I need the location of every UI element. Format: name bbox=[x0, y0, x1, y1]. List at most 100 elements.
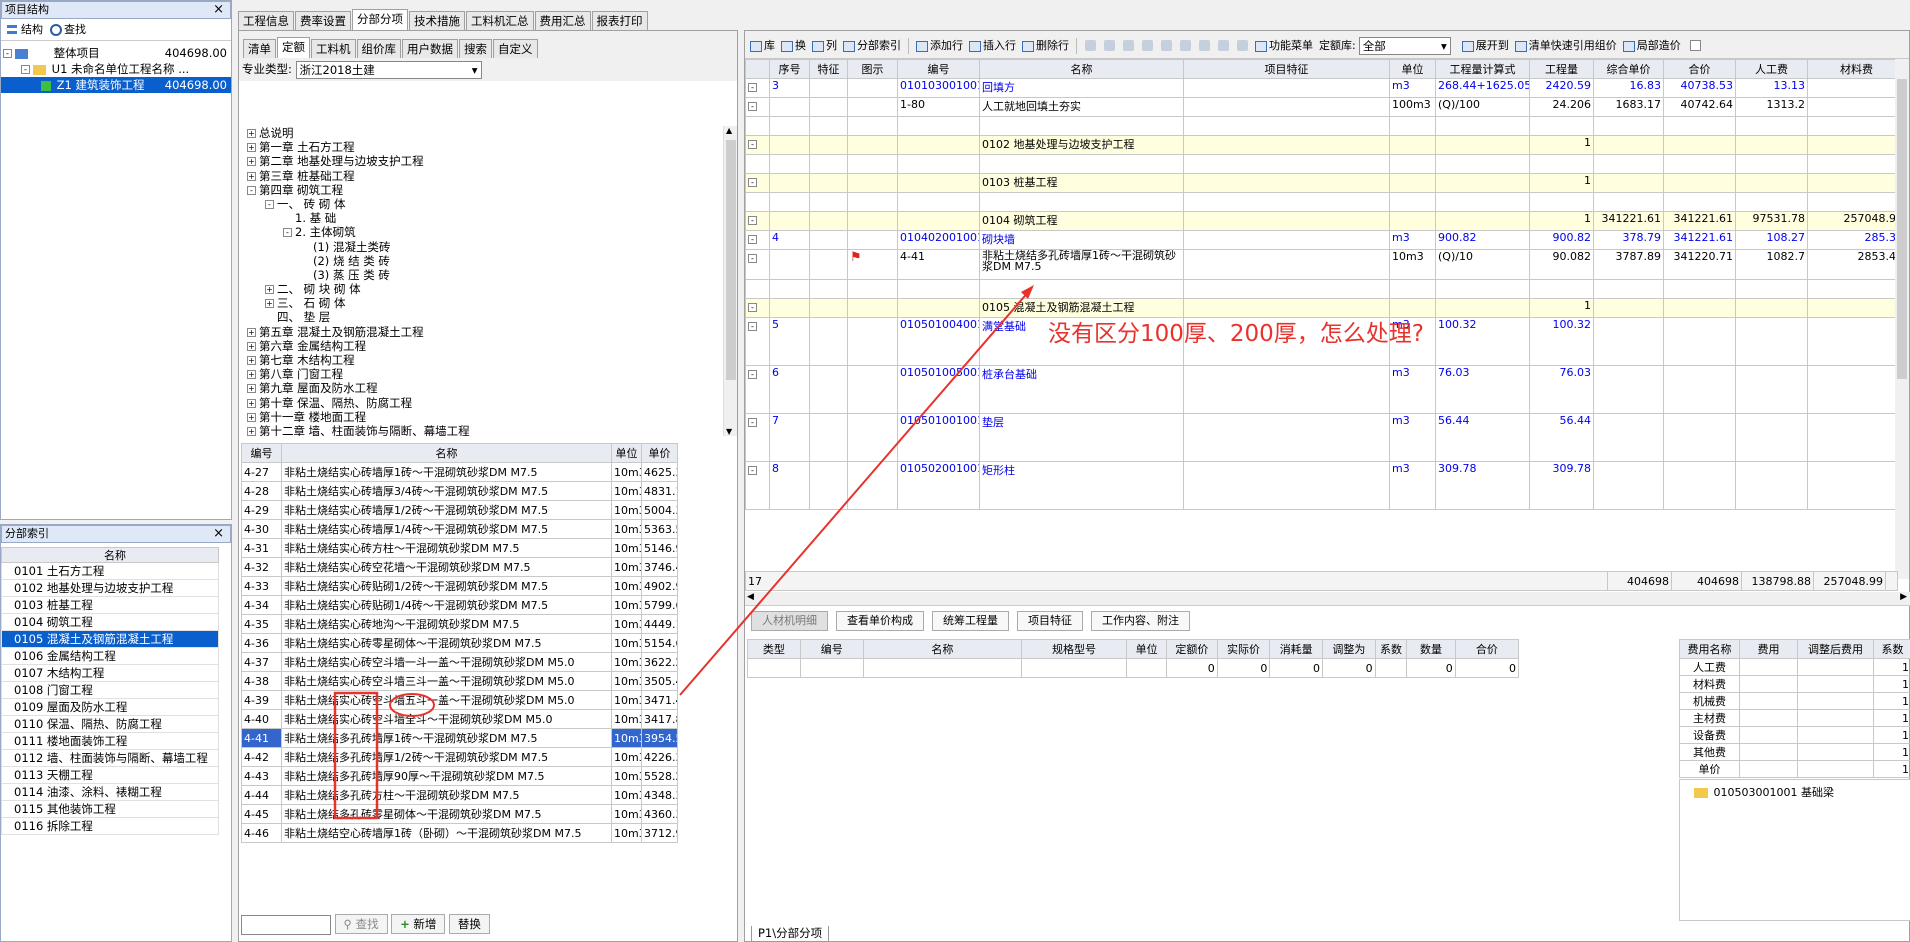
collapse-icon[interactable]: - bbox=[748, 216, 757, 225]
grid-row[interactable]: -7 010501001001 垫层 m3 56.44 56.44 bbox=[745, 413, 1897, 462]
expand-icon[interactable]: + bbox=[247, 356, 256, 365]
find-button[interactable]: ⚲ 查找 bbox=[334, 914, 388, 934]
column-header[interactable]: 单位 bbox=[1389, 59, 1436, 79]
quota-row[interactable]: 4-33非粘土烧结实心砖贴砌1/2砖～干混砌筑砂浆DM M7.510m34902… bbox=[241, 576, 678, 596]
undo-icon[interactable] bbox=[1085, 40, 1096, 51]
column-header[interactable]: 序号 bbox=[769, 59, 810, 79]
quota-row[interactable]: 4-39非粘土烧结实心砖空斗墙五斗一盖～干混砌筑砂浆DM M5.010m3347… bbox=[241, 690, 678, 710]
grid-row[interactable] bbox=[745, 154, 1897, 174]
sub-tab[interactable]: 组价库 bbox=[356, 39, 401, 58]
collapse-icon[interactable]: - bbox=[748, 83, 757, 92]
index-item[interactable]: 0107 木结构工程 bbox=[1, 665, 219, 682]
column-header[interactable]: 消耗量 bbox=[1269, 639, 1324, 659]
collapse-icon[interactable]: - bbox=[748, 102, 757, 111]
collapse-icon[interactable]: - bbox=[748, 303, 757, 312]
column-header[interactable]: 系数 bbox=[1374, 639, 1408, 659]
collapse-icon[interactable]: - bbox=[748, 254, 757, 263]
column-header[interactable]: 费用名称 bbox=[1679, 639, 1740, 659]
column-header[interactable]: 合价 bbox=[1663, 59, 1736, 79]
column-header[interactable]: 数量 bbox=[1406, 639, 1456, 659]
chapter-node[interactable]: 1. 基 础 bbox=[247, 211, 717, 225]
chapter-node[interactable]: (1) 混凝土类砖 bbox=[247, 240, 717, 254]
collapse-icon[interactable]: - bbox=[3, 49, 12, 58]
index-item[interactable]: 0112 墙、柱面装饰与隔断、幕墙工程 bbox=[1, 750, 219, 767]
fee-row[interactable]: 材料费 1 bbox=[1679, 675, 1910, 693]
toolbar-button[interactable]: 添加行 bbox=[913, 36, 966, 56]
column-header[interactable]: 编号 bbox=[897, 59, 980, 79]
sub-tab[interactable]: 工料机 bbox=[311, 39, 356, 58]
add-button[interactable]: + 新增 bbox=[391, 914, 446, 934]
column-header[interactable]: 名称 bbox=[862, 639, 1022, 659]
toolbar-button[interactable]: 分部索引 bbox=[840, 36, 904, 56]
collapse-icon[interactable]: - bbox=[265, 199, 274, 209]
expand-icon[interactable]: + bbox=[265, 285, 274, 295]
toolbar-button[interactable]: 换 bbox=[778, 36, 809, 56]
chapter-node[interactable]: + 三、 石 砌 体 bbox=[247, 296, 717, 310]
quota-row[interactable]: 4-41非粘土烧结多孔砖墙厚1砖～干混砌筑砂浆DM M7.510m33954.5 bbox=[241, 728, 678, 748]
detail-tab[interactable]: 统筹工程量 bbox=[932, 611, 1009, 631]
collapse-icon[interactable]: - bbox=[748, 178, 757, 187]
column-header[interactable]: 类型 bbox=[747, 639, 801, 659]
fee-row[interactable]: 设备费 1 bbox=[1679, 726, 1910, 744]
expand-icon[interactable]: + bbox=[247, 129, 256, 138]
column-header[interactable]: 工程量 bbox=[1529, 59, 1594, 79]
column-header[interactable]: 实际价 bbox=[1216, 639, 1271, 659]
fee-row[interactable]: 主材费 1 bbox=[1679, 709, 1910, 727]
chapter-node[interactable]: + 第十章 保温、隔热、防腐工程 bbox=[247, 396, 717, 410]
find-button[interactable]: 查找 bbox=[50, 23, 86, 36]
index-item[interactable]: 0116 拆除工程 bbox=[1, 818, 219, 835]
fill-icon[interactable] bbox=[1237, 40, 1248, 51]
index-item[interactable]: 0115 其他装饰工程 bbox=[1, 801, 219, 818]
chapter-node[interactable]: + 第三章 桩基础工程 bbox=[247, 169, 717, 183]
index-item[interactable]: 0114 油漆、涂料、裱糊工程 bbox=[1, 784, 219, 801]
redo-icon[interactable] bbox=[1104, 40, 1115, 51]
detail-tab[interactable]: 工作内容、附注 bbox=[1091, 611, 1190, 631]
scroll-up-icon[interactable]: ▲ bbox=[726, 126, 732, 135]
collapse-icon[interactable]: - bbox=[748, 418, 757, 427]
chapter-node[interactable]: + 总说明 bbox=[247, 126, 717, 140]
column-header[interactable]: 编号 bbox=[241, 443, 282, 463]
column-header[interactable]: 系数 bbox=[1873, 639, 1910, 659]
column-header[interactable]: 名称 bbox=[281, 443, 612, 463]
grid-row[interactable]: - ⚑ 4-41 非粘土烧结多孔砖墙厚1砖～干混砌筑砂浆DM M7.5 10m3 (Q)/… bbox=[745, 249, 1897, 280]
scroll-right-icon[interactable]: ▶ bbox=[1900, 592, 1907, 602]
index-item[interactable]: 0102 地基处理与边坡支护工程 bbox=[1, 580, 219, 597]
sub-tab[interactable]: 自定义 bbox=[493, 39, 538, 58]
grid-scrollbar[interactable] bbox=[1895, 59, 1909, 579]
grid-row[interactable] bbox=[745, 279, 1897, 299]
index-item[interactable]: 0113 天棚工程 bbox=[1, 767, 219, 784]
tree-node-z1[interactable]: Z1 建筑装饰工程 404698.00 bbox=[1, 77, 231, 93]
chapter-node[interactable]: 四、 垫 层 bbox=[247, 310, 717, 324]
quota-row[interactable]: 4-35非粘土烧结实心砖地沟～干混砌筑砂浆DM M7.510m34449.1 bbox=[241, 614, 678, 634]
quota-row[interactable]: 4-34非粘土烧结实心砖贴砌1/4砖～干混砌筑砂浆DM M7.510m35799… bbox=[241, 595, 678, 615]
grid-row[interactable]: - 0102 地基处理与边坡支护工程 1 bbox=[745, 135, 1897, 155]
expand-icon[interactable]: + bbox=[247, 426, 256, 436]
main-tab[interactable]: 费率设置 bbox=[295, 11, 351, 30]
grid-row[interactable]: -4 010402001001 砌块墙 m3 900.82 900.82 378.79 341… bbox=[745, 230, 1897, 250]
expand-icon[interactable]: + bbox=[247, 384, 256, 394]
scroll-down-icon[interactable]: ▼ bbox=[726, 427, 732, 436]
grid-row[interactable] bbox=[745, 116, 1897, 136]
collapse-icon[interactable]: - bbox=[748, 370, 757, 379]
index-item[interactable]: 0105 混凝土及钢筋混凝土工程 bbox=[1, 631, 219, 648]
column-header[interactable]: 定额价 bbox=[1166, 639, 1218, 659]
collapse-icon[interactable]: - bbox=[748, 235, 757, 244]
refresh-icon[interactable] bbox=[1199, 40, 1210, 51]
fee-row[interactable]: 单价 1 bbox=[1679, 760, 1910, 778]
detail-tab[interactable]: 查看单价构成 bbox=[836, 611, 924, 631]
column-header[interactable]: 图示 bbox=[847, 59, 898, 79]
column-header[interactable]: 单价 bbox=[641, 443, 678, 463]
chapter-node[interactable]: + 第十二章 墙、柱面装饰与隔断、幕墙工程 bbox=[247, 424, 717, 436]
main-tab[interactable]: 工程信息 bbox=[238, 11, 294, 30]
grid-row[interactable]: -6 010501005001 桩承台基础 m3 76.03 76.03 bbox=[745, 365, 1897, 414]
quota-row[interactable]: 4-29非粘土烧结实心砖墙厚1/2砖～干混砌筑砂浆DM M7.510m35004… bbox=[241, 500, 678, 520]
column-header[interactable]: 单位 bbox=[611, 443, 642, 463]
chapter-node[interactable]: + 第一章 土石方工程 bbox=[247, 140, 717, 154]
copy-icon[interactable] bbox=[1142, 40, 1153, 51]
main-tab[interactable]: 技术措施 bbox=[409, 11, 465, 30]
chapter-node[interactable]: + 第十一章 楼地面工程 bbox=[247, 410, 717, 424]
index-item[interactable]: 0106 金属结构工程 bbox=[1, 648, 219, 665]
quota-row[interactable]: 4-28非粘土烧结实心砖墙厚3/4砖～干混砌筑砂浆DM M7.510m34831… bbox=[241, 481, 678, 501]
column-header[interactable]: 人工费 bbox=[1735, 59, 1808, 79]
scroll-thumb[interactable] bbox=[1897, 79, 1907, 379]
